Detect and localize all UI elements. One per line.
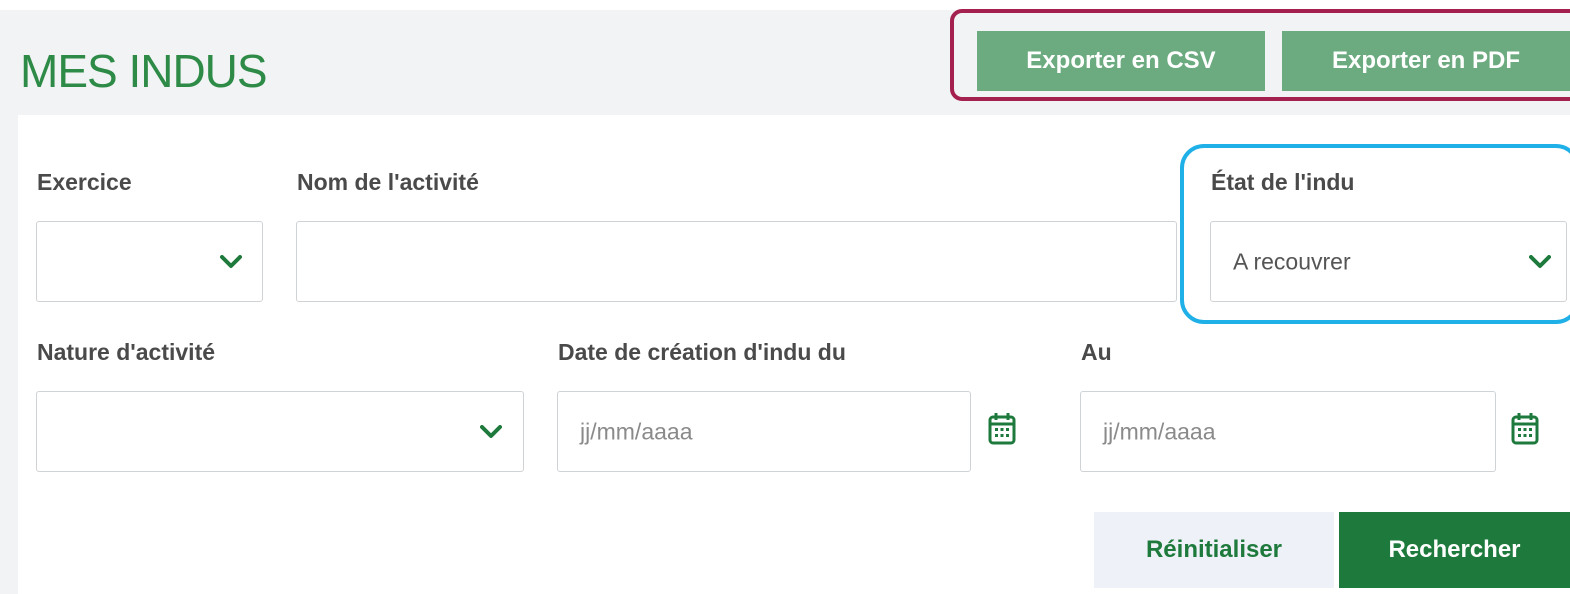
date-du-label: Date de création d'indu du bbox=[558, 339, 846, 365]
reset-button[interactable]: Réinitialiser bbox=[1094, 512, 1334, 588]
page-title: MES INDUS bbox=[20, 45, 268, 97]
calendar-icon[interactable] bbox=[1511, 411, 1539, 445]
nom-activite-label: Nom de l'activité bbox=[297, 169, 479, 195]
chevron-down-icon bbox=[480, 424, 502, 438]
date-au-input[interactable]: jj/mm/aaaa bbox=[1080, 391, 1496, 472]
exercice-label: Exercice bbox=[37, 169, 132, 195]
chevron-down-icon bbox=[1529, 254, 1551, 268]
date-au-label: Au bbox=[1081, 339, 1112, 365]
export-csv-button[interactable]: Exporter en CSV bbox=[977, 31, 1265, 91]
exercice-select[interactable] bbox=[36, 221, 263, 302]
etat-indu-select[interactable]: A recouvrer bbox=[1210, 221, 1567, 302]
chevron-down-icon bbox=[220, 254, 242, 268]
calendar-icon[interactable] bbox=[988, 411, 1016, 445]
search-button[interactable]: Rechercher bbox=[1339, 512, 1570, 588]
export-pdf-button[interactable]: Exporter en PDF bbox=[1282, 31, 1570, 91]
nom-activite-input[interactable] bbox=[296, 221, 1177, 302]
nature-activite-select[interactable] bbox=[36, 391, 524, 472]
date-du-placeholder: jj/mm/aaaa bbox=[580, 418, 693, 444]
nature-activite-label: Nature d'activité bbox=[37, 339, 216, 365]
date-au-placeholder: jj/mm/aaaa bbox=[1103, 418, 1216, 444]
etat-indu-value: A recouvrer bbox=[1233, 248, 1351, 274]
date-du-input[interactable]: jj/mm/aaaa bbox=[557, 391, 971, 472]
etat-indu-label: État de l'indu bbox=[1211, 169, 1355, 195]
